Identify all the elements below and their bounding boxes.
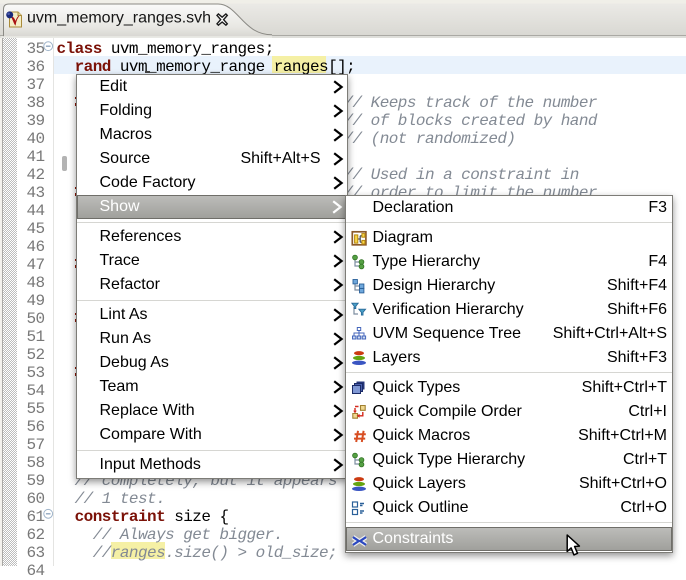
svg-text:uvm_memory_ranges.svh: uvm_memory_ranges.svh [27,10,211,27]
